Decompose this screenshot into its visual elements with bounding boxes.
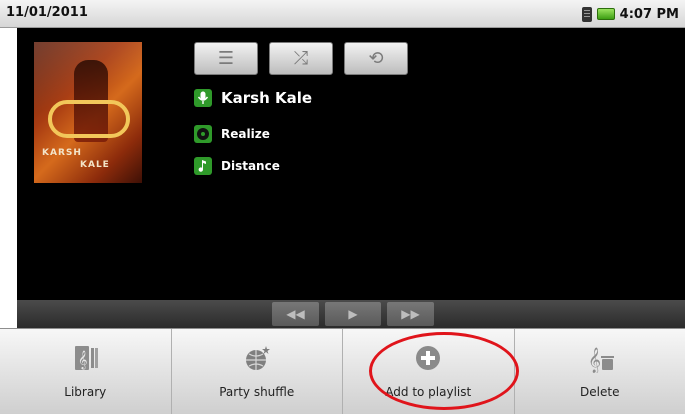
menu-label-library: Library [64, 385, 107, 399]
menu-item-library[interactable]: 𝄞 Library [0, 329, 172, 414]
party-shuffle-icon [240, 343, 274, 373]
next-icon: ▶▶ [401, 307, 420, 321]
add-to-playlist-icon [411, 343, 445, 373]
menu-item-delete[interactable]: 𝄞 Delete [515, 329, 685, 414]
previous-icon: ◀◀ [286, 307, 305, 321]
menu-label-delete: Delete [580, 385, 620, 399]
repeat-icon: ⟲ [368, 48, 384, 69]
playback-mode-controls: ☰ ⤮ ⟲ [194, 42, 408, 75]
transport-bar: ◀◀ ▶ ▶▶ [17, 300, 685, 328]
shuffle-button[interactable]: ⤮ [269, 42, 333, 75]
artist-row: Karsh Kale [194, 89, 312, 107]
album-art-text-line1: KARSH [42, 148, 82, 158]
battery-icon [596, 8, 615, 20]
status-bar: 11/01/2011 4:07 PM [0, 0, 685, 28]
library-icon: 𝄞 [68, 343, 102, 373]
album-art-text-line2: KALE [80, 160, 110, 170]
album-row: Realize [194, 125, 270, 143]
previous-button[interactable]: ◀◀ [272, 302, 319, 326]
list-button[interactable]: ☰ [194, 42, 258, 75]
now-playing-panel: KARSH KALE ☰ ⤮ ⟲ Karsh Kale Realize Dist… [17, 28, 685, 328]
album-name: Realize [221, 127, 270, 141]
menu-label-add-to-playlist: Add to playlist [385, 385, 472, 399]
artist-name: Karsh Kale [221, 89, 313, 107]
repeat-button[interactable]: ⟲ [344, 42, 408, 75]
microphone-icon [194, 89, 212, 107]
menu-item-party-shuffle[interactable]: Party shuffle [172, 329, 343, 414]
screen: 11/01/2011 4:07 PM KARSH KALE ☰ ⤮ ⟲ Kars… [0, 0, 685, 414]
sim-card-icon [581, 6, 592, 22]
status-right: 4:07 PM [581, 4, 679, 24]
svg-text:𝄞: 𝄞 [588, 347, 601, 373]
delete-icon: 𝄞 [583, 343, 617, 373]
svg-text:𝄞: 𝄞 [78, 350, 87, 370]
music-note-icon [194, 157, 212, 175]
list-icon: ☰ [217, 48, 235, 69]
menu-item-add-to-playlist[interactable]: Add to playlist [343, 329, 515, 414]
album-art[interactable]: KARSH KALE [34, 42, 142, 183]
play-icon: ▶ [348, 307, 358, 321]
album-art-ring [48, 100, 130, 138]
options-menu: 𝄞 Library Party shuffle Add to playlist … [0, 328, 685, 414]
play-button[interactable]: ▶ [325, 302, 381, 326]
track-title: Distance [221, 159, 280, 173]
shuffle-icon: ⤮ [293, 48, 309, 69]
album-disc-icon [194, 125, 212, 143]
track-row: Distance [194, 157, 280, 175]
status-time: 4:07 PM [619, 6, 679, 22]
status-date: 11/01/2011 [6, 5, 88, 20]
next-button[interactable]: ▶▶ [387, 302, 434, 326]
menu-label-party-shuffle: Party shuffle [219, 385, 295, 399]
